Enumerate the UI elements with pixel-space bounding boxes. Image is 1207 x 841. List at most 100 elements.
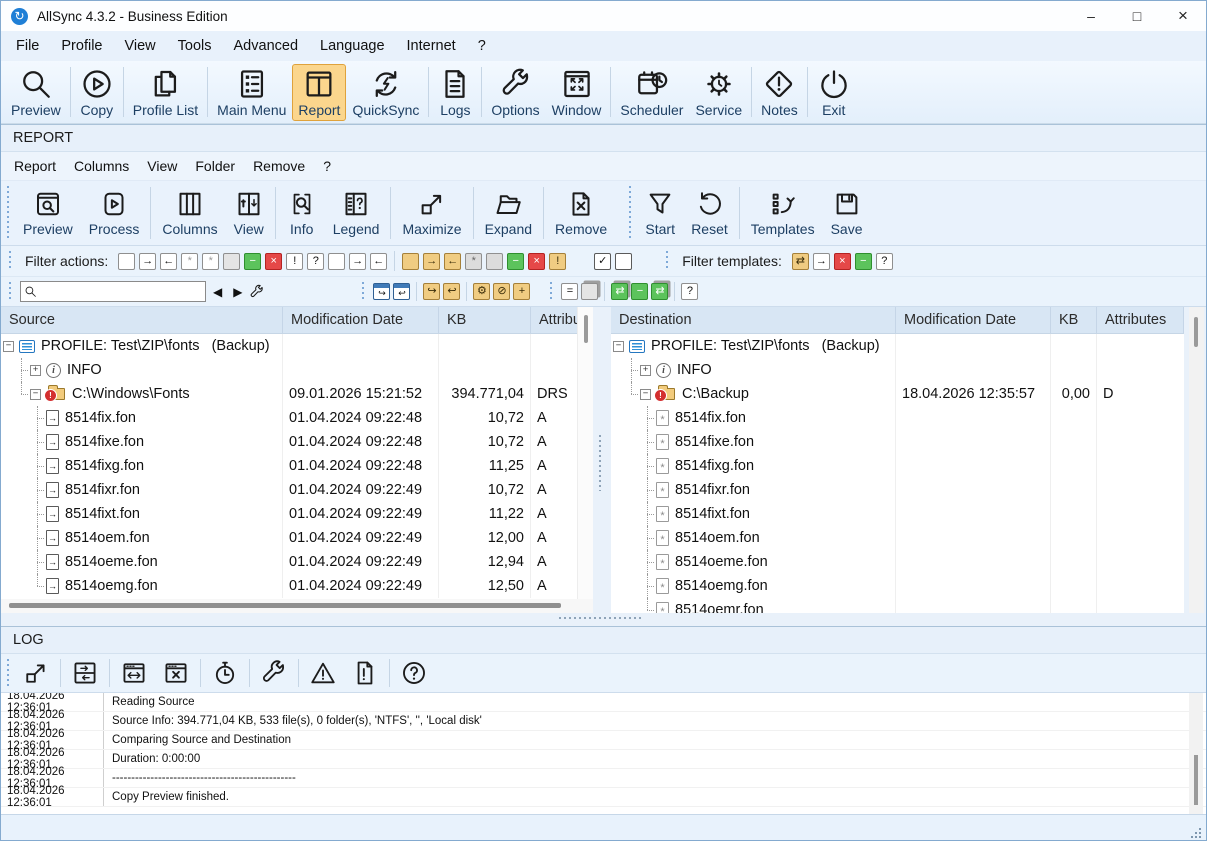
report-button[interactable]: Report	[292, 64, 346, 121]
table-row[interactable]: 8514oemg.fon01.04.2024 09:22:4912,50A	[1, 574, 593, 598]
preview-button[interactable]: Preview	[5, 64, 67, 121]
table-row[interactable]: 8514fixe.fon01.04.2024 09:22:4810,72A	[1, 430, 593, 454]
report-view-button[interactable]: View	[226, 186, 272, 240]
report-info-button[interactable]: Info	[279, 186, 325, 240]
green-copy-icon[interactable]: ⇄	[651, 283, 668, 300]
column-header-destination[interactable]: Destination	[611, 307, 896, 333]
doc-equal-icon[interactable]: =	[561, 283, 578, 300]
minimize-button[interactable]: –	[1068, 1, 1114, 31]
report-menu-view[interactable]: View	[138, 152, 186, 180]
filter-folder-new-icon[interactable]: *	[465, 253, 482, 270]
report-menu-remove[interactable]: Remove	[244, 152, 314, 180]
source-vertical-scrollbar[interactable]	[577, 307, 593, 599]
column-header-kb[interactable]: KB	[1051, 307, 1097, 333]
filter-file-copy-left-icon[interactable]: ←	[160, 253, 177, 270]
filter-folder-excluded-icon[interactable]	[486, 253, 503, 270]
report-process-button[interactable]: Process	[81, 186, 148, 240]
filter-file-new-right-icon[interactable]: *	[181, 253, 198, 270]
main-menu-button[interactable]: Main Menu	[211, 64, 292, 121]
table-row[interactable]: +INFO	[611, 358, 1184, 382]
menu-view[interactable]: View	[113, 31, 166, 61]
panel-splitter[interactable]	[599, 435, 601, 491]
window-arrow-right-icon[interactable]: ↪	[373, 283, 390, 300]
green-remove-icon[interactable]: −	[631, 283, 648, 300]
column-header-kb[interactable]: KB	[439, 307, 531, 333]
toolbar-drag-handle[interactable]	[666, 251, 668, 271]
copy-button[interactable]: Copy	[74, 64, 120, 121]
log-warnings-button[interactable]	[302, 656, 344, 690]
log-entry[interactable]: 18.04.2026 12:36:01Comparing Source and …	[1, 731, 1206, 750]
window-arrow-left-icon[interactable]: ↩	[393, 283, 410, 300]
expand-toggle[interactable]: +	[30, 365, 41, 376]
filter-file-equal-icon[interactable]	[118, 253, 135, 270]
folder-add-icon[interactable]: +	[513, 283, 530, 300]
folder-arrow-left-icon[interactable]: ↩	[443, 283, 460, 300]
search-back-button[interactable]: ◀	[209, 285, 226, 299]
table-row[interactable]: 8514fixt.fon01.04.2024 09:22:4911,22A	[1, 502, 593, 526]
table-row[interactable]: 8514fixg.fon	[611, 454, 1184, 478]
table-row[interactable]: 8514oemr.fon	[611, 598, 1184, 613]
log-help-button[interactable]	[393, 656, 435, 690]
filter-file-new-left-icon[interactable]: *	[202, 253, 219, 270]
log-entry[interactable]: 18.04.2026 12:36:01Duration: 0:00:00	[1, 750, 1206, 769]
sync-green-pair-icon[interactable]: ⇄	[611, 283, 628, 300]
exit-button[interactable]: Exit	[811, 64, 857, 121]
templates-button[interactable]: Templates	[743, 186, 823, 240]
doc-copy-icon[interactable]	[581, 283, 598, 300]
folder-stop-icon[interactable]: ⊘	[493, 283, 510, 300]
collapse-toggle[interactable]: −	[640, 389, 651, 400]
log-errors-button[interactable]	[344, 656, 386, 690]
folder-arrow-right-icon[interactable]: ↪	[423, 283, 440, 300]
filter-folder-equal-icon[interactable]	[402, 253, 419, 270]
filter-file-conflict-icon[interactable]: ×	[265, 253, 282, 270]
report-remove-button[interactable]: Remove	[547, 186, 615, 240]
filter-folder-warning-icon[interactable]: !	[549, 253, 566, 270]
quicksync-button[interactable]: QuickSync	[346, 64, 425, 121]
close-button[interactable]: ×	[1160, 1, 1206, 31]
scrollbar-thumb[interactable]	[9, 603, 561, 608]
table-row[interactable]: −PROFILE: Test\ZIP\fonts (Backup)	[611, 334, 1184, 358]
toolbar-drag-handle[interactable]	[7, 186, 9, 240]
collapse-toggle[interactable]: −	[3, 341, 14, 352]
toolbar-drag-handle[interactable]	[9, 282, 11, 301]
destination-vertical-scrollbar[interactable]	[1189, 307, 1204, 613]
select-none-checkbox[interactable]	[615, 253, 632, 270]
scrollbar-thumb[interactable]	[584, 315, 588, 343]
table-row[interactable]: 8514oeme.fon01.04.2024 09:22:4912,94A	[1, 550, 593, 574]
table-row[interactable]: 8514fixr.fon01.04.2024 09:22:4910,72A	[1, 478, 593, 502]
source-horizontal-scrollbar[interactable]	[1, 599, 593, 613]
menu-help[interactable]: ?	[467, 31, 497, 61]
filter-file-warning-icon[interactable]: !	[286, 253, 303, 270]
filter-file-copy-right-icon[interactable]: →	[139, 253, 156, 270]
profile-list-button[interactable]: Profile List	[127, 64, 204, 121]
toolbar-drag-handle[interactable]	[7, 659, 9, 687]
table-row[interactable]: −C:\Windows\Fonts 09.01.2026 15:21:52394…	[1, 382, 593, 406]
column-header-modification-date[interactable]: Modification Date	[896, 307, 1051, 333]
filter-folder-copy-right-icon[interactable]: →	[423, 253, 440, 270]
log-fit-width-button[interactable]	[113, 656, 155, 690]
log-close-window-button[interactable]	[155, 656, 197, 690]
collapse-toggle[interactable]: −	[30, 389, 41, 400]
scrollbar-thumb[interactable]	[1194, 317, 1198, 347]
template-delete-icon[interactable]: ×	[834, 253, 851, 270]
template-apply-icon[interactable]: →	[813, 253, 830, 270]
report-legend-button[interactable]: Legend	[325, 186, 388, 240]
filter-folder-delete-icon[interactable]: −	[507, 253, 524, 270]
table-row[interactable]: 8514fixg.fon01.04.2024 09:22:4811,25A	[1, 454, 593, 478]
service-button[interactable]: Service	[689, 64, 748, 121]
templates-folder-icon[interactable]: ⇄	[792, 253, 809, 270]
filter-start-button[interactable]: Start	[637, 186, 683, 240]
filter-file-outline-right-icon[interactable]: →	[349, 253, 366, 270]
table-row[interactable]: −PROFILE: Test\ZIP\fonts (Backup)	[1, 334, 593, 358]
filter-file-excluded-icon[interactable]	[223, 253, 240, 270]
filter-file-outline-icon[interactable]	[328, 253, 345, 270]
table-row[interactable]: 8514fixt.fon	[611, 502, 1184, 526]
table-row[interactable]: 8514oeme.fon	[611, 550, 1184, 574]
toolbar-drag-handle[interactable]	[9, 251, 11, 271]
select-all-checkbox[interactable]: ✓	[594, 253, 611, 270]
report-menu-help[interactable]: ?	[314, 152, 340, 180]
report-expand-button[interactable]: Expand	[477, 186, 540, 240]
table-row[interactable]: 8514oemg.fon	[611, 574, 1184, 598]
table-row[interactable]: 8514fix.fon01.04.2024 09:22:4810,72A	[1, 406, 593, 430]
toolbar-drag-handle[interactable]	[550, 282, 552, 301]
